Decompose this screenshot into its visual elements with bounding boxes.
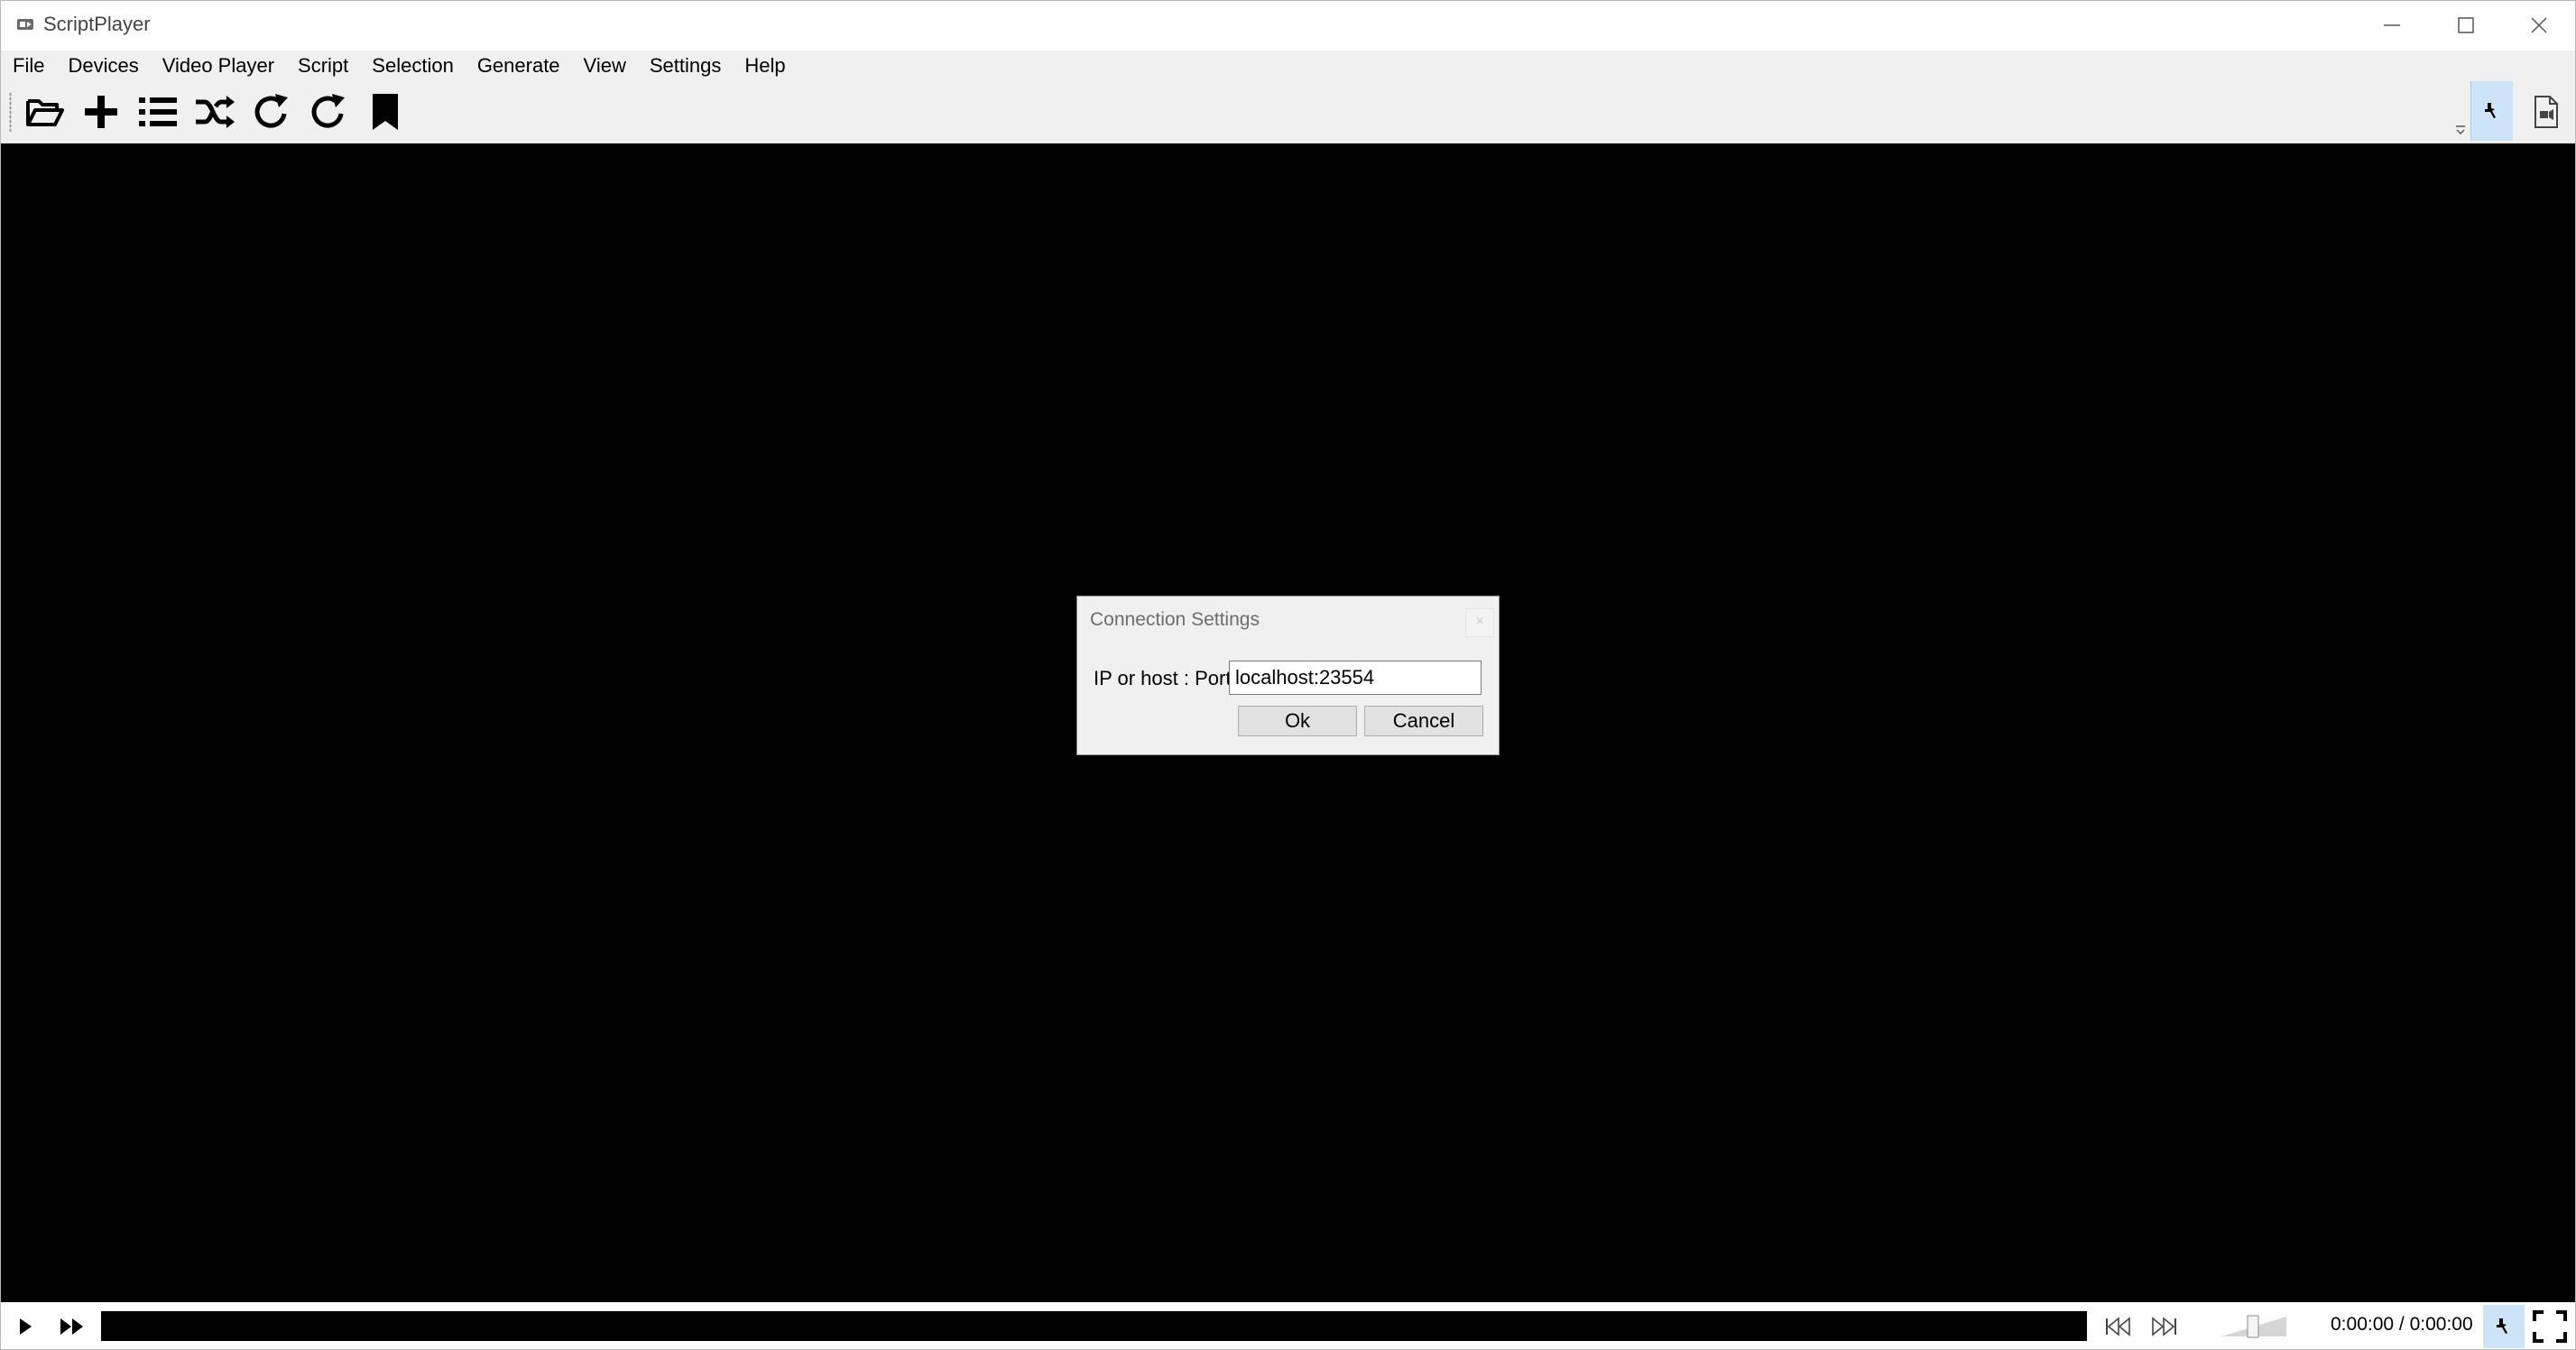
ok-button[interactable]: Ok (1238, 706, 1357, 736)
fullscreen-button[interactable] (2532, 1309, 2568, 1344)
folder-open-icon (26, 99, 64, 126)
minimize-button[interactable] (2355, 0, 2429, 51)
previous-button[interactable] (2100, 1309, 2136, 1344)
volume-slider[interactable] (2221, 1315, 2286, 1338)
file-icon (2534, 96, 2558, 128)
cancel-button[interactable]: Cancel (1364, 706, 1483, 736)
playlist-button[interactable] (133, 88, 183, 135)
menu-script[interactable]: Script (286, 51, 360, 81)
connection-settings-dialog: Connection Settings × IP or host : Port … (1076, 596, 1500, 755)
maximize-button[interactable] (2429, 0, 2503, 51)
toolbar-grip[interactable] (9, 92, 12, 132)
repeat-button[interactable] (246, 88, 297, 135)
dialog-close-button[interactable]: × (1465, 608, 1494, 637)
menu-settings[interactable]: Settings (638, 51, 734, 81)
shuffle-icon (196, 96, 235, 128)
script-file-button[interactable] (2526, 90, 2566, 134)
play-icon (20, 1318, 32, 1335)
app-icon (17, 19, 33, 30)
dialog-title: Connection Settings (1090, 609, 1260, 630)
maximize-icon (2458, 17, 2474, 33)
menu-selection[interactable]: Selection (360, 51, 466, 81)
time-display: 0:00:00 / 0:00:00 (2331, 1314, 2473, 1335)
connect-plug-icon (2497, 1318, 2507, 1334)
connect-plug-icon (2485, 103, 2496, 118)
menu-generate[interactable]: Generate (466, 51, 572, 81)
toolbar-overflow-chevron-icon[interactable] (2454, 121, 2467, 137)
bookmark-icon (373, 94, 398, 130)
connect-toggle-bottom-button[interactable] (2483, 1305, 2525, 1348)
fullscreen-icon (2533, 1310, 2567, 1343)
window-title: ScriptPlayer (43, 13, 151, 35)
bookmark-button[interactable] (360, 88, 411, 135)
skip-previous-icon (2106, 1317, 2130, 1336)
add-icon (85, 96, 117, 128)
connect-toggle-button[interactable] (2470, 81, 2513, 141)
next-button[interactable] (2147, 1309, 2183, 1344)
close-button[interactable] (2502, 0, 2576, 51)
menu-bar: File Devices Video Player Script Selecti… (0, 51, 2576, 81)
repeat-icon (254, 94, 288, 128)
title-bar[interactable]: ScriptPlayer (0, 0, 2576, 51)
player-controls-bar: 0:00:00 / 0:00:00 (0, 1302, 2576, 1350)
close-icon (2531, 17, 2547, 33)
shuffle-button[interactable] (189, 88, 240, 135)
menu-file[interactable]: File (0, 51, 56, 81)
repeat-single-icon (311, 94, 345, 128)
playlist-icon (139, 97, 177, 126)
skip-next-icon (2152, 1317, 2176, 1336)
menu-view[interactable]: View (572, 51, 638, 81)
seek-bar[interactable] (101, 1311, 2087, 1341)
repeat-single-button[interactable] (303, 88, 354, 135)
fast-forward-button[interactable] (54, 1309, 90, 1344)
fast-forward-icon (60, 1318, 83, 1335)
menu-video-player[interactable]: Video Player (151, 51, 286, 81)
add-button[interactable] (76, 88, 126, 135)
menu-devices[interactable]: Devices (56, 51, 150, 81)
host-port-label: IP or host : Port (1094, 667, 1232, 689)
open-file-button[interactable] (20, 88, 70, 135)
play-button[interactable] (7, 1309, 43, 1344)
minimize-icon (2384, 24, 2400, 26)
menu-help[interactable]: Help (733, 51, 797, 81)
host-port-input[interactable] (1229, 661, 1482, 695)
toolbar (0, 81, 2576, 143)
